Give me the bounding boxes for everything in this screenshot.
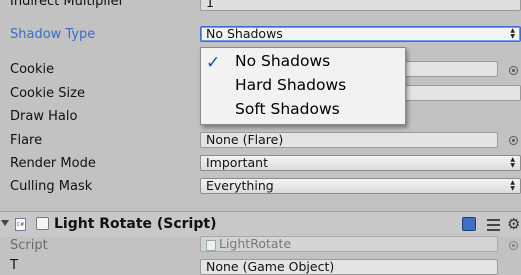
component-title: Light Rotate (Script) <box>54 216 217 232</box>
object-picker-icon <box>509 241 518 250</box>
script-value: LightRotate <box>219 236 292 251</box>
dropdown-arrow-icon: ▲ ▼ <box>510 179 515 192</box>
next-row-label: T <box>10 258 18 273</box>
shadow-type-dropdown[interactable]: No Shadows ▲ ▼ <box>200 26 521 42</box>
draw-halo-label: Draw Halo <box>10 109 78 124</box>
menu-item-soft-shadows[interactable]: Soft Shadows <box>235 100 340 118</box>
shadow-type-label: Shadow Type <box>10 27 96 42</box>
script-file-icon <box>206 240 216 251</box>
help-book-icon[interactable] <box>462 217 476 231</box>
culling-mask-value: Everything <box>206 178 274 193</box>
gear-icon[interactable]: ⚙ <box>507 215 520 233</box>
flare-label: Flare <box>10 133 43 148</box>
indirect-multiplier-label: Indirect Multiplier <box>10 0 124 9</box>
foldout-arrow-icon[interactable] <box>1 220 9 226</box>
script-field: LightRotate <box>200 236 498 252</box>
dropdown-arrow-icon: ▲ ▼ <box>510 27 515 40</box>
component-enabled-checkbox[interactable] <box>36 217 49 230</box>
script-label: Script <box>10 238 48 253</box>
object-picker-icon[interactable] <box>509 136 518 145</box>
cookie-label: Cookie <box>10 62 55 77</box>
next-row-field[interactable]: None (Game Object) <box>200 259 498 275</box>
flare-field[interactable]: None (Flare) <box>200 132 498 148</box>
dropdown-arrow-icon: ▲ ▼ <box>510 156 515 169</box>
csharp-script-icon: C# <box>15 218 26 231</box>
menu-item-no-shadows[interactable]: No Shadows <box>235 52 330 70</box>
shadow-type-value: No Shadows <box>206 26 283 41</box>
checkmark-icon: ✓ <box>206 53 221 73</box>
render-mode-dropdown[interactable]: Important ▲ ▼ <box>200 155 521 171</box>
indirect-multiplier-field[interactable]: 1 <box>200 0 521 11</box>
culling-mask-dropdown[interactable]: Everything ▲ ▼ <box>200 178 521 194</box>
render-mode-label: Render Mode <box>10 156 96 171</box>
culling-mask-label: Culling Mask <box>10 179 93 194</box>
object-picker-icon[interactable] <box>509 66 518 75</box>
cookie-size-label: Cookie Size <box>10 86 85 101</box>
menu-item-hard-shadows[interactable]: Hard Shadows <box>235 76 346 94</box>
render-mode-value: Important <box>206 155 268 170</box>
component-header[interactable]: C# Light Rotate (Script) ⚙ <box>0 211 521 237</box>
shadow-type-menu: ✓ No Shadows Hard Shadows Soft Shadows <box>200 47 406 125</box>
preset-sliders-icon[interactable] <box>487 217 500 231</box>
